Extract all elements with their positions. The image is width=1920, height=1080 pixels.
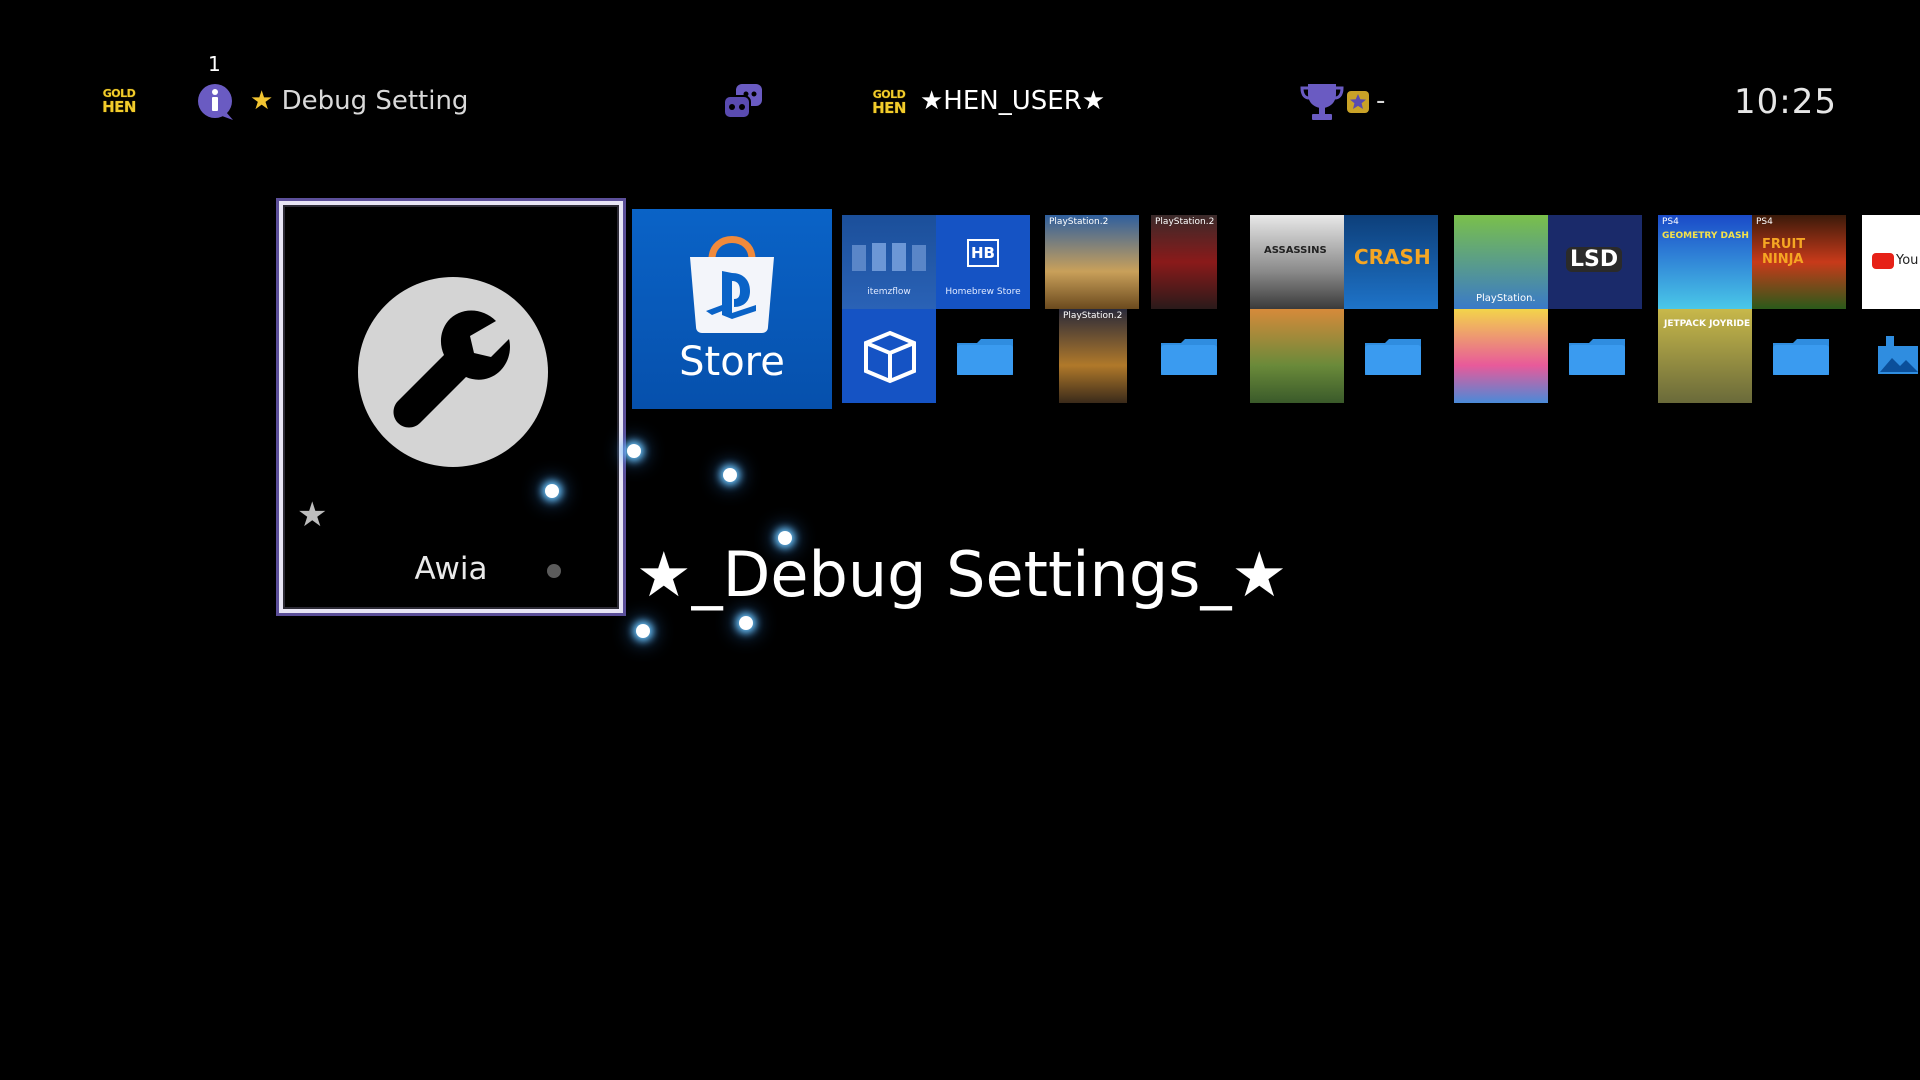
clock: 10:25	[1734, 82, 1837, 122]
trophy-level-icon	[1346, 90, 1370, 114]
youtube-tile[interactable]: You	[1862, 215, 1920, 309]
store-bag-icon	[686, 227, 778, 337]
notification-count-badge: 1	[208, 52, 221, 76]
game-cover-fruit-ninja[interactable]: PS4 FRUIT NINJA	[1752, 215, 1846, 309]
package-installer-tile[interactable]	[842, 309, 936, 403]
homebrew-store-label: Homebrew Store	[945, 287, 1021, 297]
sparkle-dot	[723, 468, 737, 482]
folder-icon[interactable]	[1159, 337, 1219, 377]
fruit-text: FRUIT NINJA	[1762, 237, 1806, 267]
game-cover-prince-of-persia-2[interactable]: PlayStation.2	[1151, 215, 1217, 309]
crash-text: CRASH	[1354, 245, 1431, 269]
ps2-label: PlayStation.2	[1063, 311, 1123, 321]
youtube-play-icon	[1872, 253, 1894, 269]
folder-icon[interactable]	[1771, 337, 1831, 377]
playstation-text: PlayStation.	[1476, 293, 1536, 304]
favorite-star-icon: ★	[297, 495, 328, 535]
ps2-label: PlayStation.2	[1155, 217, 1215, 227]
game-cover-prince-of-persia-3[interactable]: PlayStation.2	[1059, 309, 1127, 403]
sparkle-dot	[545, 484, 559, 498]
itemzflow-tile[interactable]: itemzflow	[842, 215, 936, 309]
notification-star: ★	[250, 86, 274, 116]
game-cover-friday-night-funkin[interactable]	[1454, 309, 1548, 403]
notification-label: Debug Setting	[281, 86, 469, 116]
game-cover-bugs-life[interactable]: PlayStation.	[1454, 215, 1548, 309]
game-cover-assassins-creed[interactable]: ASSASSINS	[1250, 215, 1344, 309]
homebrew-store-tile[interactable]: HB Homebrew Store	[936, 215, 1030, 309]
store-tile[interactable]: Store	[632, 209, 832, 409]
sparkle-dot	[547, 564, 561, 578]
trophy-icon[interactable]	[1300, 82, 1344, 122]
focused-app-tile[interactable]: ★ Awia	[279, 201, 623, 613]
info-notification-icon[interactable]	[196, 82, 236, 122]
friends-icon[interactable]	[722, 82, 764, 122]
folder-icon[interactable]	[1363, 337, 1423, 377]
game-cover-crash[interactable]: CRASH	[1344, 215, 1438, 309]
game-cover-jetpack-joyride[interactable]: JETPACK JOYRIDE	[1658, 309, 1752, 403]
store-label: Store	[679, 339, 785, 385]
ps4-label: PS4	[1662, 217, 1679, 227]
folder-icon[interactable]	[1567, 337, 1627, 377]
assassins-text: ASSASSINS	[1264, 245, 1327, 256]
game-cover-jak-daxter[interactable]	[1250, 309, 1344, 403]
username[interactable]: ★HEN_USER★	[920, 86, 1105, 116]
ps2-label: PlayStation.2	[1049, 217, 1109, 227]
game-cover-lsd[interactable]: LSD	[1548, 215, 1642, 309]
goldhen-logo: GOLD HEN	[102, 86, 136, 116]
youtube-text: You	[1896, 253, 1919, 268]
geometry-text: GEOMETRY DASH	[1662, 231, 1749, 241]
game-cover-prince-of-persia-1[interactable]: PlayStation.2	[1045, 215, 1139, 309]
notification-text[interactable]: ★ Debug Setting	[250, 86, 468, 116]
selected-app-title: ★_Debug Settings_★	[636, 538, 1288, 611]
gallery-icon[interactable]	[1876, 334, 1920, 378]
trophy-level: -	[1376, 86, 1386, 116]
sparkle-dot	[739, 616, 753, 630]
folder-icon[interactable]	[955, 337, 1015, 377]
lsd-text: LSD	[1566, 247, 1623, 272]
itemzflow-icon	[850, 241, 928, 275]
sparkle-dot	[627, 444, 641, 458]
game-cover-geometry-dash[interactable]: PS4 GEOMETRY DASH	[1658, 215, 1752, 309]
package-icon	[862, 329, 918, 385]
user-avatar[interactable]: GOLD HEN	[866, 86, 912, 118]
sparkle-dot	[636, 624, 650, 638]
jetpack-text: JETPACK JOYRIDE	[1664, 319, 1751, 329]
focused-app-label: Awia	[414, 551, 488, 587]
hb-logo: HB	[967, 239, 999, 267]
itemzflow-label: itemzflow	[867, 287, 911, 297]
wrench-icon	[358, 277, 548, 467]
ps4-label: PS4	[1756, 217, 1773, 227]
